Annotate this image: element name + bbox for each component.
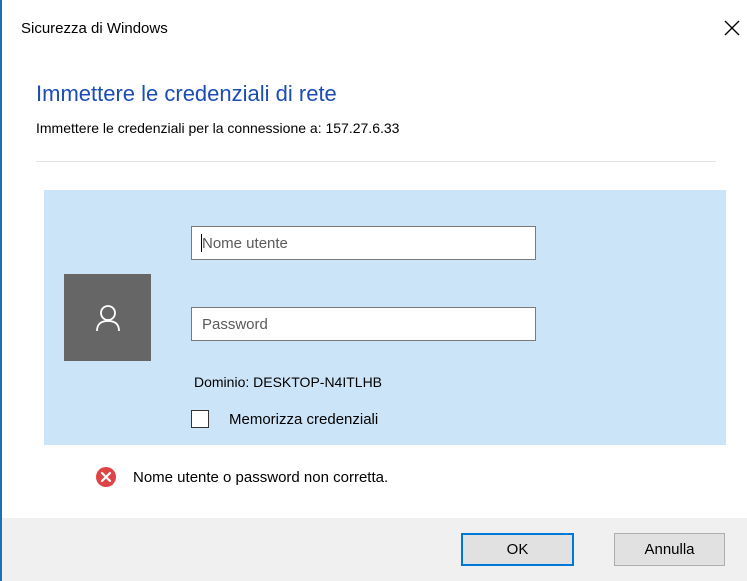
error-message: Nome utente o password non corretta. <box>133 468 389 486</box>
password-input[interactable] <box>191 307 536 341</box>
window-title: Sicurezza di Windows <box>21 20 168 37</box>
user-icon <box>95 304 120 331</box>
error-message-row: Nome utente o password non corretta. <box>95 466 388 488</box>
cancel-button[interactable]: Annulla <box>614 533 725 566</box>
domain-label: Dominio: DESKTOP-N4ITLHB <box>194 374 383 390</box>
remember-label: Memorizza credenziali <box>229 410 379 428</box>
avatar <box>64 274 151 361</box>
connection-subtitle: Immettere le credenziali per la connessi… <box>36 120 400 136</box>
close-icon <box>724 20 740 36</box>
window-border <box>0 0 2 581</box>
username-input[interactable] <box>191 226 536 260</box>
page-title: Immettere le credenziali di rete <box>36 81 337 106</box>
divider <box>36 161 716 162</box>
close-button[interactable] <box>718 14 746 42</box>
error-icon <box>96 467 116 487</box>
text-caret <box>201 234 202 252</box>
remember-checkbox[interactable] <box>191 410 209 428</box>
ok-button[interactable]: OK <box>461 533 574 566</box>
remember-credentials-row[interactable]: Memorizza credenziali <box>191 410 378 428</box>
